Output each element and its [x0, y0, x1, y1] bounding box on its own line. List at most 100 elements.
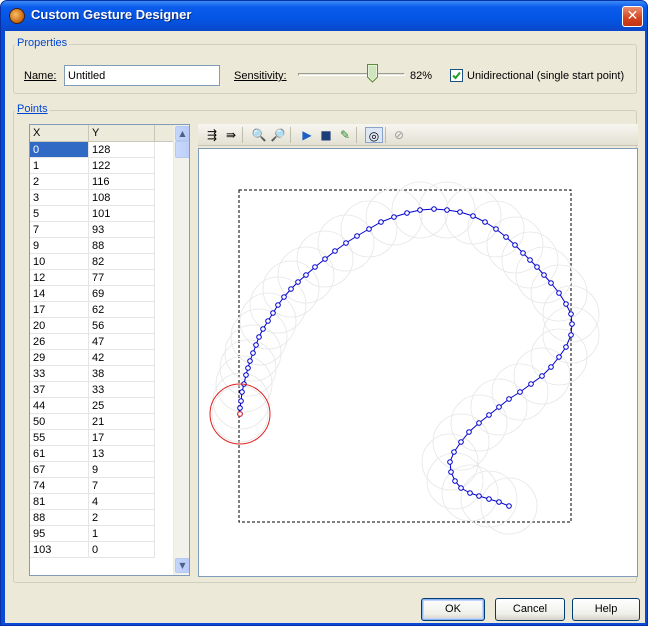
cell-x[interactable]: 29: [30, 350, 89, 366]
cell-x[interactable]: 26: [30, 334, 89, 350]
cell-x[interactable]: 95: [30, 526, 89, 542]
cell-x[interactable]: 44: [30, 398, 89, 414]
cell-x[interactable]: 17: [30, 302, 89, 318]
scroll-down-button[interactable]: ▼: [175, 558, 189, 573]
table-row[interactable]: 14 69: [30, 286, 155, 302]
cell-y[interactable]: 101: [89, 206, 155, 222]
show-tolerance-icon[interactable]: ◎: [365, 127, 383, 143]
cell-x[interactable]: 12: [30, 270, 89, 286]
table-row[interactable]: 3 108: [30, 190, 155, 206]
play-icon[interactable]: ▶: [298, 127, 316, 143]
table-row[interactable]: 1 122: [30, 158, 155, 174]
cell-y[interactable]: 62: [89, 302, 155, 318]
table-row[interactable]: 95 1: [30, 526, 155, 542]
cell-y[interactable]: 38: [89, 366, 155, 382]
table-row[interactable]: 33 38: [30, 366, 155, 382]
cancel-button[interactable]: Cancel: [495, 598, 565, 621]
zoom-out-icon[interactable]: 🔎: [269, 127, 287, 143]
cell-x[interactable]: 9: [30, 238, 89, 254]
ok-button[interactable]: OK: [421, 598, 485, 621]
table-row[interactable]: 81 4: [30, 494, 155, 510]
cell-y[interactable]: 4: [89, 494, 155, 510]
points-table[interactable]: X Y 0 128 1 122 2 116 3 108 5 101 7 93 9 88 10 82 12 77 14…: [29, 124, 190, 576]
cell-y[interactable]: 2: [89, 510, 155, 526]
scroll-up-button[interactable]: ▲: [175, 126, 189, 141]
zoom-in-icon[interactable]: 🔍: [250, 127, 268, 143]
cell-x[interactable]: 88: [30, 510, 89, 526]
cell-y[interactable]: 116: [89, 174, 155, 190]
table-row[interactable]: 67 9: [30, 462, 155, 478]
column-header-y[interactable]: Y: [89, 125, 155, 141]
cell-y[interactable]: 47: [89, 334, 155, 350]
table-row[interactable]: 88 2: [30, 510, 155, 526]
table-row[interactable]: 103 0: [30, 542, 155, 558]
gesture-canvas[interactable]: [198, 148, 638, 577]
table-row[interactable]: 50 21: [30, 414, 155, 430]
unidirectional-label[interactable]: Unidirectional (single start point): [467, 70, 624, 82]
cell-y[interactable]: 88: [89, 238, 155, 254]
table-row[interactable]: 2 116: [30, 174, 155, 190]
cell-x[interactable]: 103: [30, 542, 89, 558]
cell-x[interactable]: 33: [30, 366, 89, 382]
cell-y[interactable]: 9: [89, 462, 155, 478]
cell-y[interactable]: 17: [89, 430, 155, 446]
append-point-icon[interactable]: ⇛: [222, 127, 240, 143]
close-button[interactable]: ✕: [622, 6, 643, 27]
cell-y[interactable]: 82: [89, 254, 155, 270]
table-row[interactable]: 20 56: [30, 318, 155, 334]
table-row[interactable]: 55 17: [30, 430, 155, 446]
cell-x[interactable]: 61: [30, 446, 89, 462]
cell-x[interactable]: 67: [30, 462, 89, 478]
cell-y[interactable]: 25: [89, 398, 155, 414]
cell-y[interactable]: 56: [89, 318, 155, 334]
cell-x[interactable]: 50: [30, 414, 89, 430]
stop-icon[interactable]: ■: [317, 127, 335, 143]
column-header-x[interactable]: X: [30, 125, 89, 141]
name-field[interactable]: [64, 65, 220, 86]
cell-x[interactable]: 5: [30, 206, 89, 222]
cell-y[interactable]: 42: [89, 350, 155, 366]
cell-y[interactable]: 93: [89, 222, 155, 238]
unidirectional-checkbox[interactable]: [450, 69, 463, 82]
table-row[interactable]: 9 88: [30, 238, 155, 254]
cell-x[interactable]: 2: [30, 174, 89, 190]
table-row[interactable]: 12 77: [30, 270, 155, 286]
table-row[interactable]: 0 128: [30, 142, 155, 158]
cell-y[interactable]: 33: [89, 382, 155, 398]
table-row[interactable]: 7 93: [30, 222, 155, 238]
cell-y[interactable]: 1: [89, 526, 155, 542]
table-row[interactable]: 5 101: [30, 206, 155, 222]
sensitivity-slider-track[interactable]: [298, 73, 405, 76]
cell-x[interactable]: 3: [30, 190, 89, 206]
table-row[interactable]: 74 7: [30, 478, 155, 494]
scroll-thumb[interactable]: [175, 141, 189, 158]
points-scrollbar[interactable]: ▲ ▼: [173, 125, 189, 575]
insert-point-icon[interactable]: ⇶: [203, 127, 221, 143]
cell-x[interactable]: 20: [30, 318, 89, 334]
cell-x[interactable]: 14: [30, 286, 89, 302]
help-button[interactable]: Help: [572, 598, 640, 621]
title-bar[interactable]: Custom Gesture Designer ✕: [1, 1, 647, 31]
cell-x[interactable]: 10: [30, 254, 89, 270]
table-row[interactable]: 26 47: [30, 334, 155, 350]
cell-y[interactable]: 108: [89, 190, 155, 206]
table-row[interactable]: 10 82: [30, 254, 155, 270]
cell-x[interactable]: 0: [30, 142, 89, 158]
table-row[interactable]: 44 25: [30, 398, 155, 414]
cell-x[interactable]: 7: [30, 222, 89, 238]
table-row[interactable]: 37 33: [30, 382, 155, 398]
cell-x[interactable]: 74: [30, 478, 89, 494]
cell-y[interactable]: 122: [89, 158, 155, 174]
gesture-drawing[interactable]: [199, 149, 637, 576]
cell-x[interactable]: 81: [30, 494, 89, 510]
cell-y[interactable]: 69: [89, 286, 155, 302]
cell-y[interactable]: 77: [89, 270, 155, 286]
cell-y[interactable]: 7: [89, 478, 155, 494]
cell-x[interactable]: 1: [30, 158, 89, 174]
cell-y[interactable]: 21: [89, 414, 155, 430]
cell-x[interactable]: 37: [30, 382, 89, 398]
sensitivity-slider-thumb[interactable]: [367, 64, 378, 83]
table-row[interactable]: 17 62: [30, 302, 155, 318]
clear-icon[interactable]: ⊘: [390, 127, 408, 143]
cell-x[interactable]: 55: [30, 430, 89, 446]
